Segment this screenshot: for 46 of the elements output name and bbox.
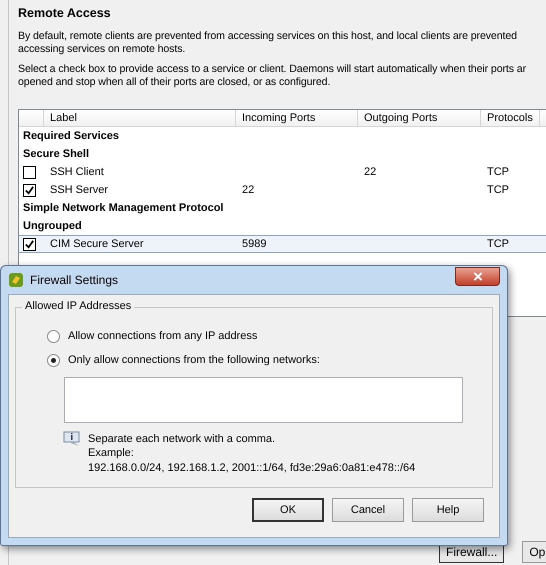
column-header[interactable]: Outgoing Ports [358, 110, 481, 126]
window-title: Firewall Settings [30, 273, 120, 287]
table-cell: 22 [364, 166, 376, 178]
radio-button[interactable] [47, 354, 60, 366]
description-text: opened and stop when all of their ports are closed, or as configured. [18, 76, 332, 89]
table-row[interactable]: SSH Server 22 TCP [19, 181, 546, 199]
description-text: accessing services on remote hosts. [18, 43, 186, 56]
hint-text: Separate each network with a comma. [88, 432, 276, 446]
button[interactable]: Cancel [332, 498, 404, 522]
table-cell: CIM Secure Server [50, 238, 144, 250]
group-label: Ungrouped [22, 220, 82, 232]
app-icon [8, 272, 24, 288]
group-label: Simple Network Management Protocol [22, 202, 224, 214]
column-header[interactable]: Incoming Ports [236, 110, 358, 126]
table-cell: SSH Server [50, 184, 108, 196]
section-title: Remote Access [18, 6, 112, 22]
radio-label[interactable]: Allow connections from any IP address [68, 330, 258, 342]
table-cell: TCP [487, 184, 509, 196]
networks-field[interactable] [64, 377, 463, 423]
description-text: Select a check box to provide access to a service or client. Daemons will start automatically when their ports ar [18, 63, 528, 76]
button[interactable]: OK [252, 498, 324, 522]
table-cell: SSH Client [50, 166, 104, 178]
close-icon [472, 272, 482, 280]
button[interactable]: Op [522, 541, 546, 563]
checkbox[interactable] [23, 238, 36, 250]
checkbox[interactable] [23, 184, 36, 196]
table-row[interactable]: CIM Secure Server 5989 TCP [19, 235, 546, 253]
table-cell: 22 [242, 184, 254, 196]
info-icon [63, 431, 81, 447]
radio-label[interactable]: Only allow connections from the following networks: [68, 354, 320, 366]
radio-button[interactable] [47, 330, 60, 342]
button[interactable]: Help [412, 498, 484, 522]
table-row[interactable]: SSH Client 22 TCP [19, 163, 546, 181]
column-header[interactable]: Label [44, 110, 236, 126]
group-title: Allowed IP Addresses [22, 300, 134, 312]
description-text: By default, remote clients are prevented from accessing services on this host, and local clients are prevented [18, 30, 518, 43]
group-label: Required Services [22, 130, 119, 142]
close-button[interactable] [455, 266, 500, 286]
group-label: Secure Shell [22, 148, 90, 160]
example-text: 192.168.0.0/24, 192.168.1.2, 2001::1/64, fd3e:29a6:0a81:e478::/64 [88, 461, 416, 475]
table-cell: 5989 [242, 238, 266, 250]
checkbox[interactable] [23, 166, 36, 178]
column-header[interactable]: Protocols [481, 110, 540, 126]
table-cell: TCP [487, 238, 509, 250]
hint-text: Example: [88, 446, 135, 460]
table-cell: TCP [487, 166, 509, 178]
